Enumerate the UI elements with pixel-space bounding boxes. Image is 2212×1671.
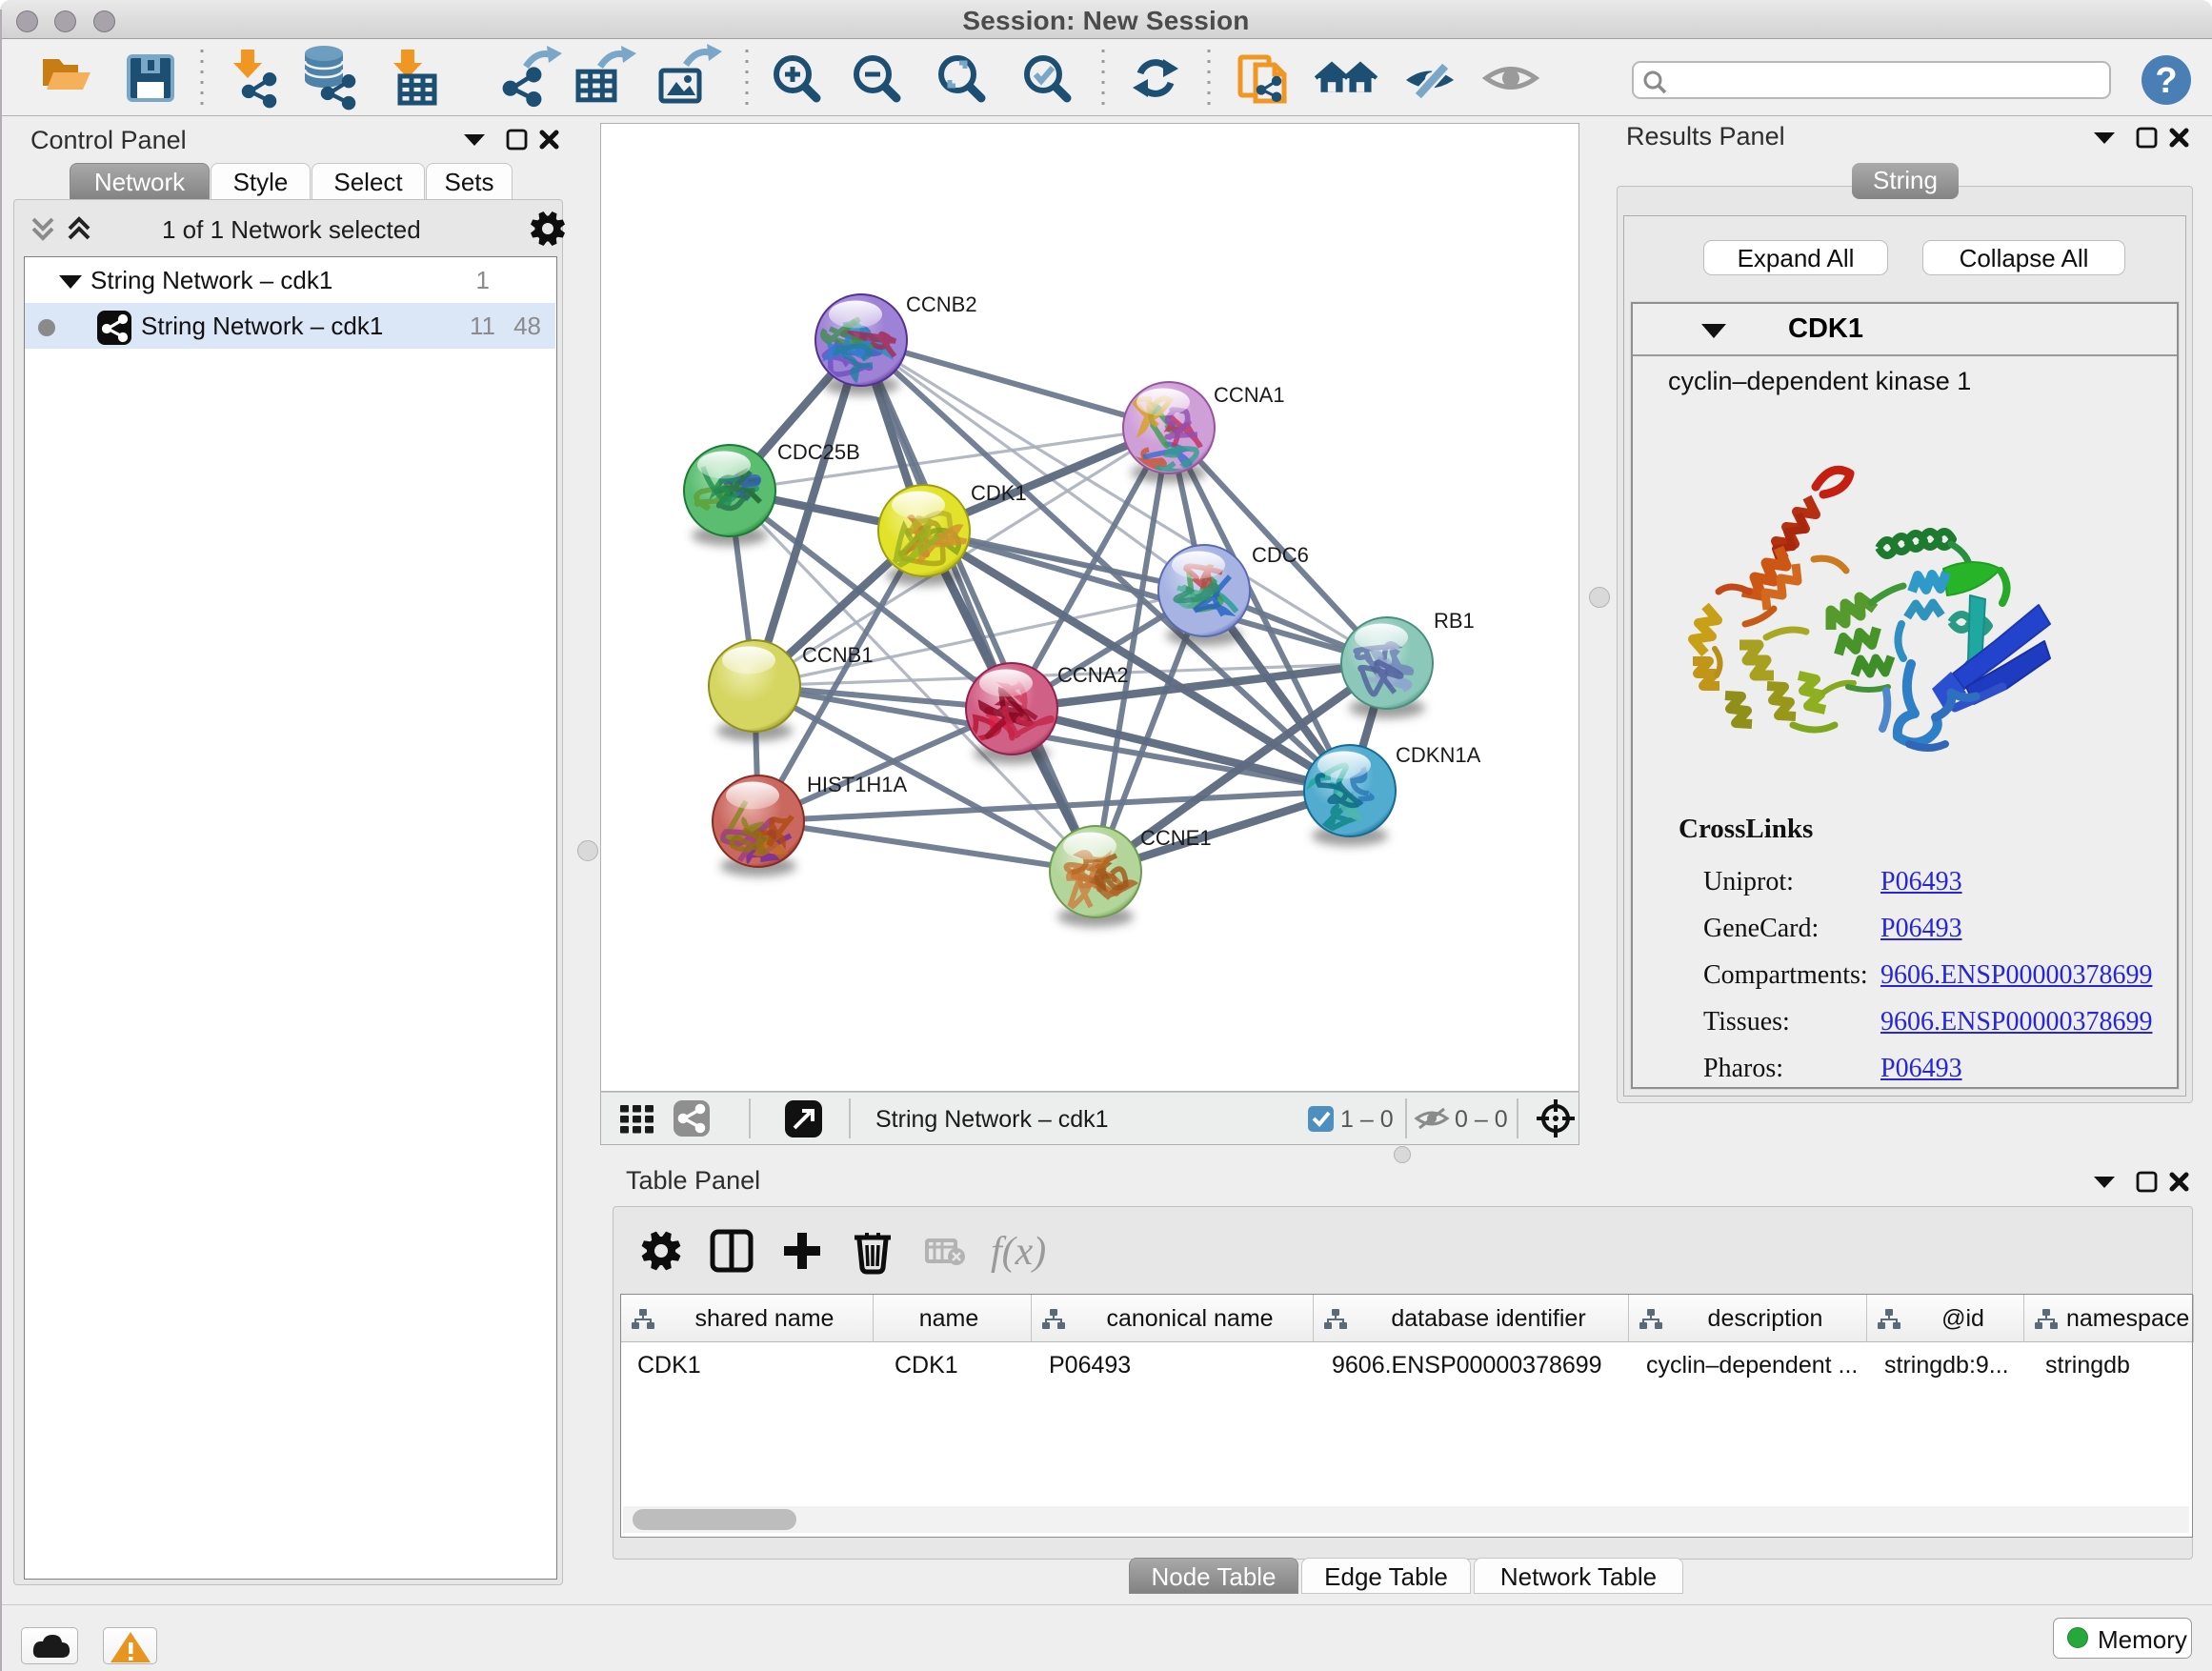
svg-text:CCNB2: CCNB2: [906, 292, 977, 316]
svg-text:String Network – cdk1: String Network – cdk1: [875, 1106, 1109, 1133]
svg-text:f(x): f(x): [991, 1230, 1046, 1274]
svg-text:CCNA2: CCNA2: [1057, 663, 1129, 687]
svg-text:RB1: RB1: [1434, 609, 1475, 633]
svg-text:1 – 0: 1 – 0: [1340, 1106, 1394, 1133]
svg-text:CCNE1: CCNE1: [1140, 826, 1212, 850]
svg-text:HIST1H1A: HIST1H1A: [807, 773, 907, 796]
svg-text:0 – 0: 0 – 0: [1455, 1106, 1508, 1133]
svg-text:CDK1: CDK1: [971, 481, 1027, 505]
svg-text:CCNB1: CCNB1: [802, 643, 874, 667]
svg-text:CDC25B: CDC25B: [777, 440, 860, 464]
svg-text:CDKN1A: CDKN1A: [1396, 743, 1481, 767]
svg-text:CCNA1: CCNA1: [1214, 383, 1285, 407]
svg-text:CDC6: CDC6: [1252, 543, 1309, 567]
svg-text:?: ?: [2155, 61, 2177, 101]
